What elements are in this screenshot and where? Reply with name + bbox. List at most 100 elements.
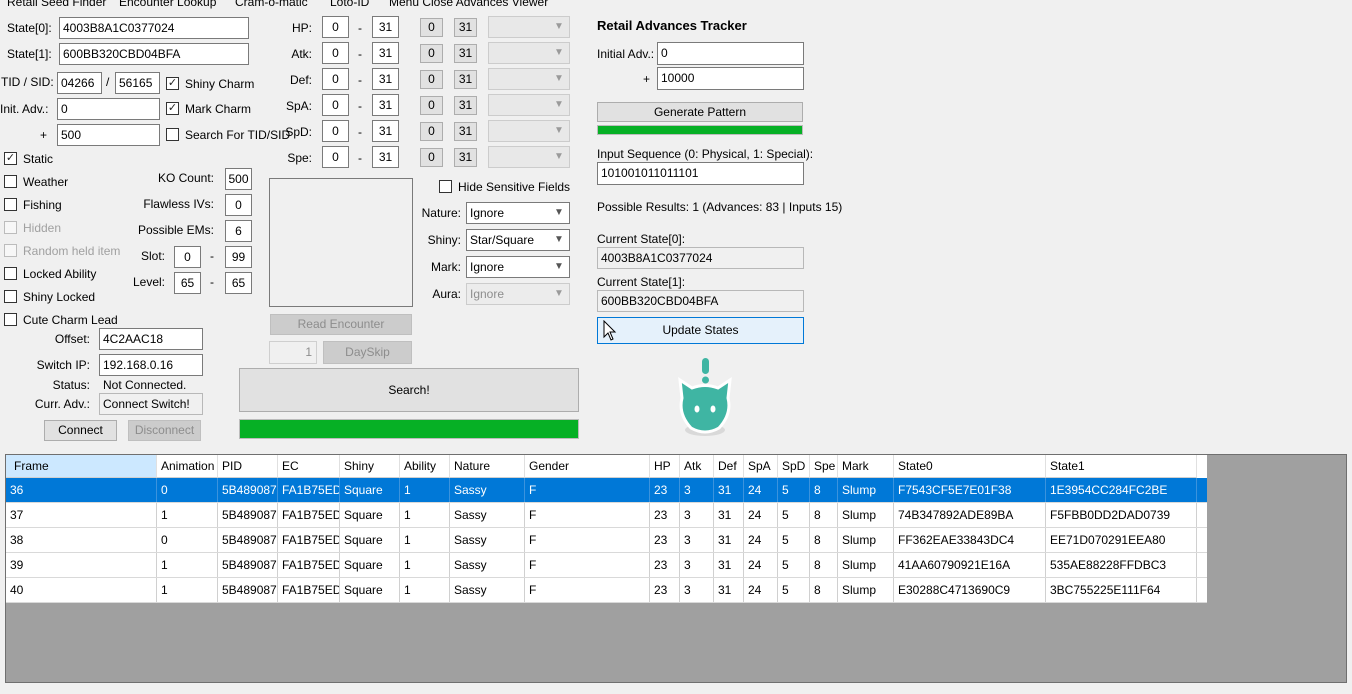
iv-spd-set-max-button[interactable]: 31 <box>454 122 477 141</box>
iv-atk-judge-select[interactable]: ▼ <box>488 42 570 64</box>
mark-charm-checkbox[interactable]: ✓ <box>166 102 179 115</box>
iv-hp-judge-select[interactable]: ▼ <box>488 16 570 38</box>
iv-spd-min-input[interactable]: 0 <box>322 120 349 142</box>
slot-min-input[interactable]: 0 <box>174 246 201 268</box>
connect-button[interactable]: Connect <box>44 420 117 441</box>
grid-column-header[interactable]: Frame <box>6 455 157 478</box>
iv-hp-min-input[interactable]: 0 <box>322 16 349 38</box>
menu-loto-id[interactable]: Loto-ID <box>330 0 369 9</box>
level-min-input[interactable]: 65 <box>174 272 201 294</box>
iv-atk-set-min-button[interactable]: 0 <box>420 44 443 63</box>
grid-cell: 37 <box>6 503 157 527</box>
max-adv-input[interactable]: 500 <box>57 124 160 146</box>
iv-spa-set-max-button[interactable]: 31 <box>454 96 477 115</box>
fishing-checkbox[interactable] <box>4 198 17 211</box>
mark-filter-select[interactable]: Ignore ▼ <box>466 256 570 278</box>
shiny-charm-checkbox[interactable]: ✓ <box>166 77 179 90</box>
switch-ip-label: Switch IP: <box>36 358 90 372</box>
table-row[interactable]: 36 0 5B489087 FA1B75ED Square 1 Sassy F 23 3 31 24 5… <box>6 478 1207 503</box>
switch-ip-input[interactable]: 192.168.0.16 <box>99 354 203 376</box>
update-states-button[interactable]: Update States <box>597 317 804 344</box>
menu-close-advances-viewer[interactable]: Menu Close Advances Viewer <box>389 0 548 9</box>
iv-def-set-min-button[interactable]: 0 <box>420 70 443 89</box>
tid-input[interactable]: 04266 <box>57 72 102 94</box>
iv-def-judge-select[interactable]: ▼ <box>488 68 570 90</box>
iv-spa-min-input[interactable]: 0 <box>322 94 349 116</box>
state1-input[interactable]: 600BB320CBD04BFA <box>59 43 249 65</box>
flawless-ivs-input[interactable]: 0 <box>225 194 252 216</box>
grid-column-header[interactable]: State0 <box>894 455 1046 478</box>
table-row[interactable]: 38 0 5B489087 FA1B75ED Square 1 Sassy F 23 3 31 24 5… <box>6 528 1207 553</box>
grid-column-header[interactable]: State1 <box>1046 455 1197 478</box>
grid-column-header[interactable]: Animation <box>157 455 218 478</box>
iv-spa-max-input[interactable]: 31 <box>372 94 399 116</box>
offset-input[interactable]: 4C2AAC18 <box>99 328 203 350</box>
weather-checkbox[interactable] <box>4 175 17 188</box>
table-row[interactable]: 37 1 5B489087 FA1B75ED Square 1 Sassy F 23 3 31 24 5… <box>6 503 1207 528</box>
iv-spd-set-min-button[interactable]: 0 <box>420 122 443 141</box>
level-max-input[interactable]: 65 <box>225 272 252 294</box>
shiny-locked-checkbox[interactable] <box>4 290 17 303</box>
slot-max-input[interactable]: 99 <box>225 246 252 268</box>
menu-retail-seed-finder[interactable]: Retail Seed Finder <box>7 0 106 9</box>
grid-column-header[interactable]: EC <box>278 455 340 478</box>
grid-column-header[interactable]: SpD <box>778 455 810 478</box>
grid-column-header[interactable]: Mark <box>838 455 894 478</box>
state0-input[interactable]: 4003B8A1C0377024 <box>59 17 249 39</box>
sid-input[interactable]: 56165 <box>115 72 160 94</box>
iv-hp-set-max-button[interactable]: 31 <box>454 18 477 37</box>
iv-atk-max-input[interactable]: 31 <box>372 42 399 64</box>
results-grid[interactable]: Frame Animation PID EC Shiny Ability Nature Gen… <box>5 454 1347 683</box>
iv-spe-min-input[interactable]: 0 <box>322 146 349 168</box>
menu-cram-o-matic[interactable]: Cram-o-matic <box>235 0 308 9</box>
search-tidsid-checkbox[interactable] <box>166 128 179 141</box>
iv-atk-min-input[interactable]: 0 <box>322 42 349 64</box>
grid-column-header[interactable]: Gender <box>525 455 650 478</box>
iv-spa-judge-select[interactable]: ▼ <box>488 94 570 116</box>
shiny-filter-select[interactable]: Star/Square ▼ <box>466 229 570 251</box>
locked-ability-checkbox[interactable] <box>4 267 17 280</box>
grid-column-header[interactable]: Def <box>714 455 744 478</box>
iv-def-set-max-button[interactable]: 31 <box>454 70 477 89</box>
static-checkbox[interactable]: ✓ <box>4 152 17 165</box>
ko-count-input[interactable]: 500 <box>225 168 252 190</box>
possible-ems-input[interactable]: 6 <box>225 220 252 242</box>
init-adv-input[interactable]: 0 <box>57 98 160 120</box>
encounter-sprite-box <box>269 178 413 307</box>
iv-spa-set-min-button[interactable]: 0 <box>420 96 443 115</box>
iv-spe-set-min-button[interactable]: 0 <box>420 148 443 167</box>
iv-spa-label: SpA: <box>285 99 312 113</box>
iv-spd-judge-select[interactable]: ▼ <box>488 120 570 142</box>
grid-column-header[interactable]: Atk <box>680 455 714 478</box>
search-button[interactable]: Search! <box>239 368 579 412</box>
iv-hp-set-min-button[interactable]: 0 <box>420 18 443 37</box>
generate-pattern-button[interactable]: Generate Pattern <box>597 102 803 122</box>
grid-column-header[interactable]: SpA <box>744 455 778 478</box>
initial-adv-input[interactable]: 0 <box>657 42 804 65</box>
grid-column-header[interactable]: Ability <box>400 455 450 478</box>
table-row[interactable]: 39 1 5B489087 FA1B75ED Square 1 Sassy F 23 3 31 24 5… <box>6 553 1207 578</box>
iv-atk-set-max-button[interactable]: 31 <box>454 44 477 63</box>
nature-filter-select[interactable]: Ignore ▼ <box>466 202 570 224</box>
iv-hp-max-input[interactable]: 31 <box>372 16 399 38</box>
grid-cell: 31 <box>714 503 744 527</box>
range-input[interactable]: 10000 <box>657 67 804 90</box>
iv-spe-judge-select[interactable]: ▼ <box>488 146 570 168</box>
iv-spd-max-input[interactable]: 31 <box>372 120 399 142</box>
grid-column-header[interactable]: Spe <box>810 455 838 478</box>
grid-column-header[interactable]: Nature <box>450 455 525 478</box>
random-held-item-label: Random held item <box>23 244 121 258</box>
input-sequence-input[interactable]: 101001011011101 <box>597 162 804 185</box>
iv-def-min-input[interactable]: 0 <box>322 68 349 90</box>
grid-column-header[interactable]: HP <box>650 455 680 478</box>
menu-encounter-lookup[interactable]: Encounter Lookup <box>119 0 216 9</box>
iv-spe-max-input[interactable]: 31 <box>372 146 399 168</box>
hide-sensitive-checkbox[interactable] <box>439 180 452 193</box>
grid-cell: 31 <box>714 478 744 502</box>
table-row[interactable]: 40 1 5B489087 FA1B75ED Square 1 Sassy F 23 3 31 24 5… <box>6 578 1207 603</box>
iv-def-max-input[interactable]: 31 <box>372 68 399 90</box>
iv-spe-set-max-button[interactable]: 31 <box>454 148 477 167</box>
cute-charm-lead-checkbox[interactable] <box>4 313 17 326</box>
grid-column-header[interactable]: Shiny <box>340 455 400 478</box>
grid-column-header[interactable]: PID <box>218 455 278 478</box>
